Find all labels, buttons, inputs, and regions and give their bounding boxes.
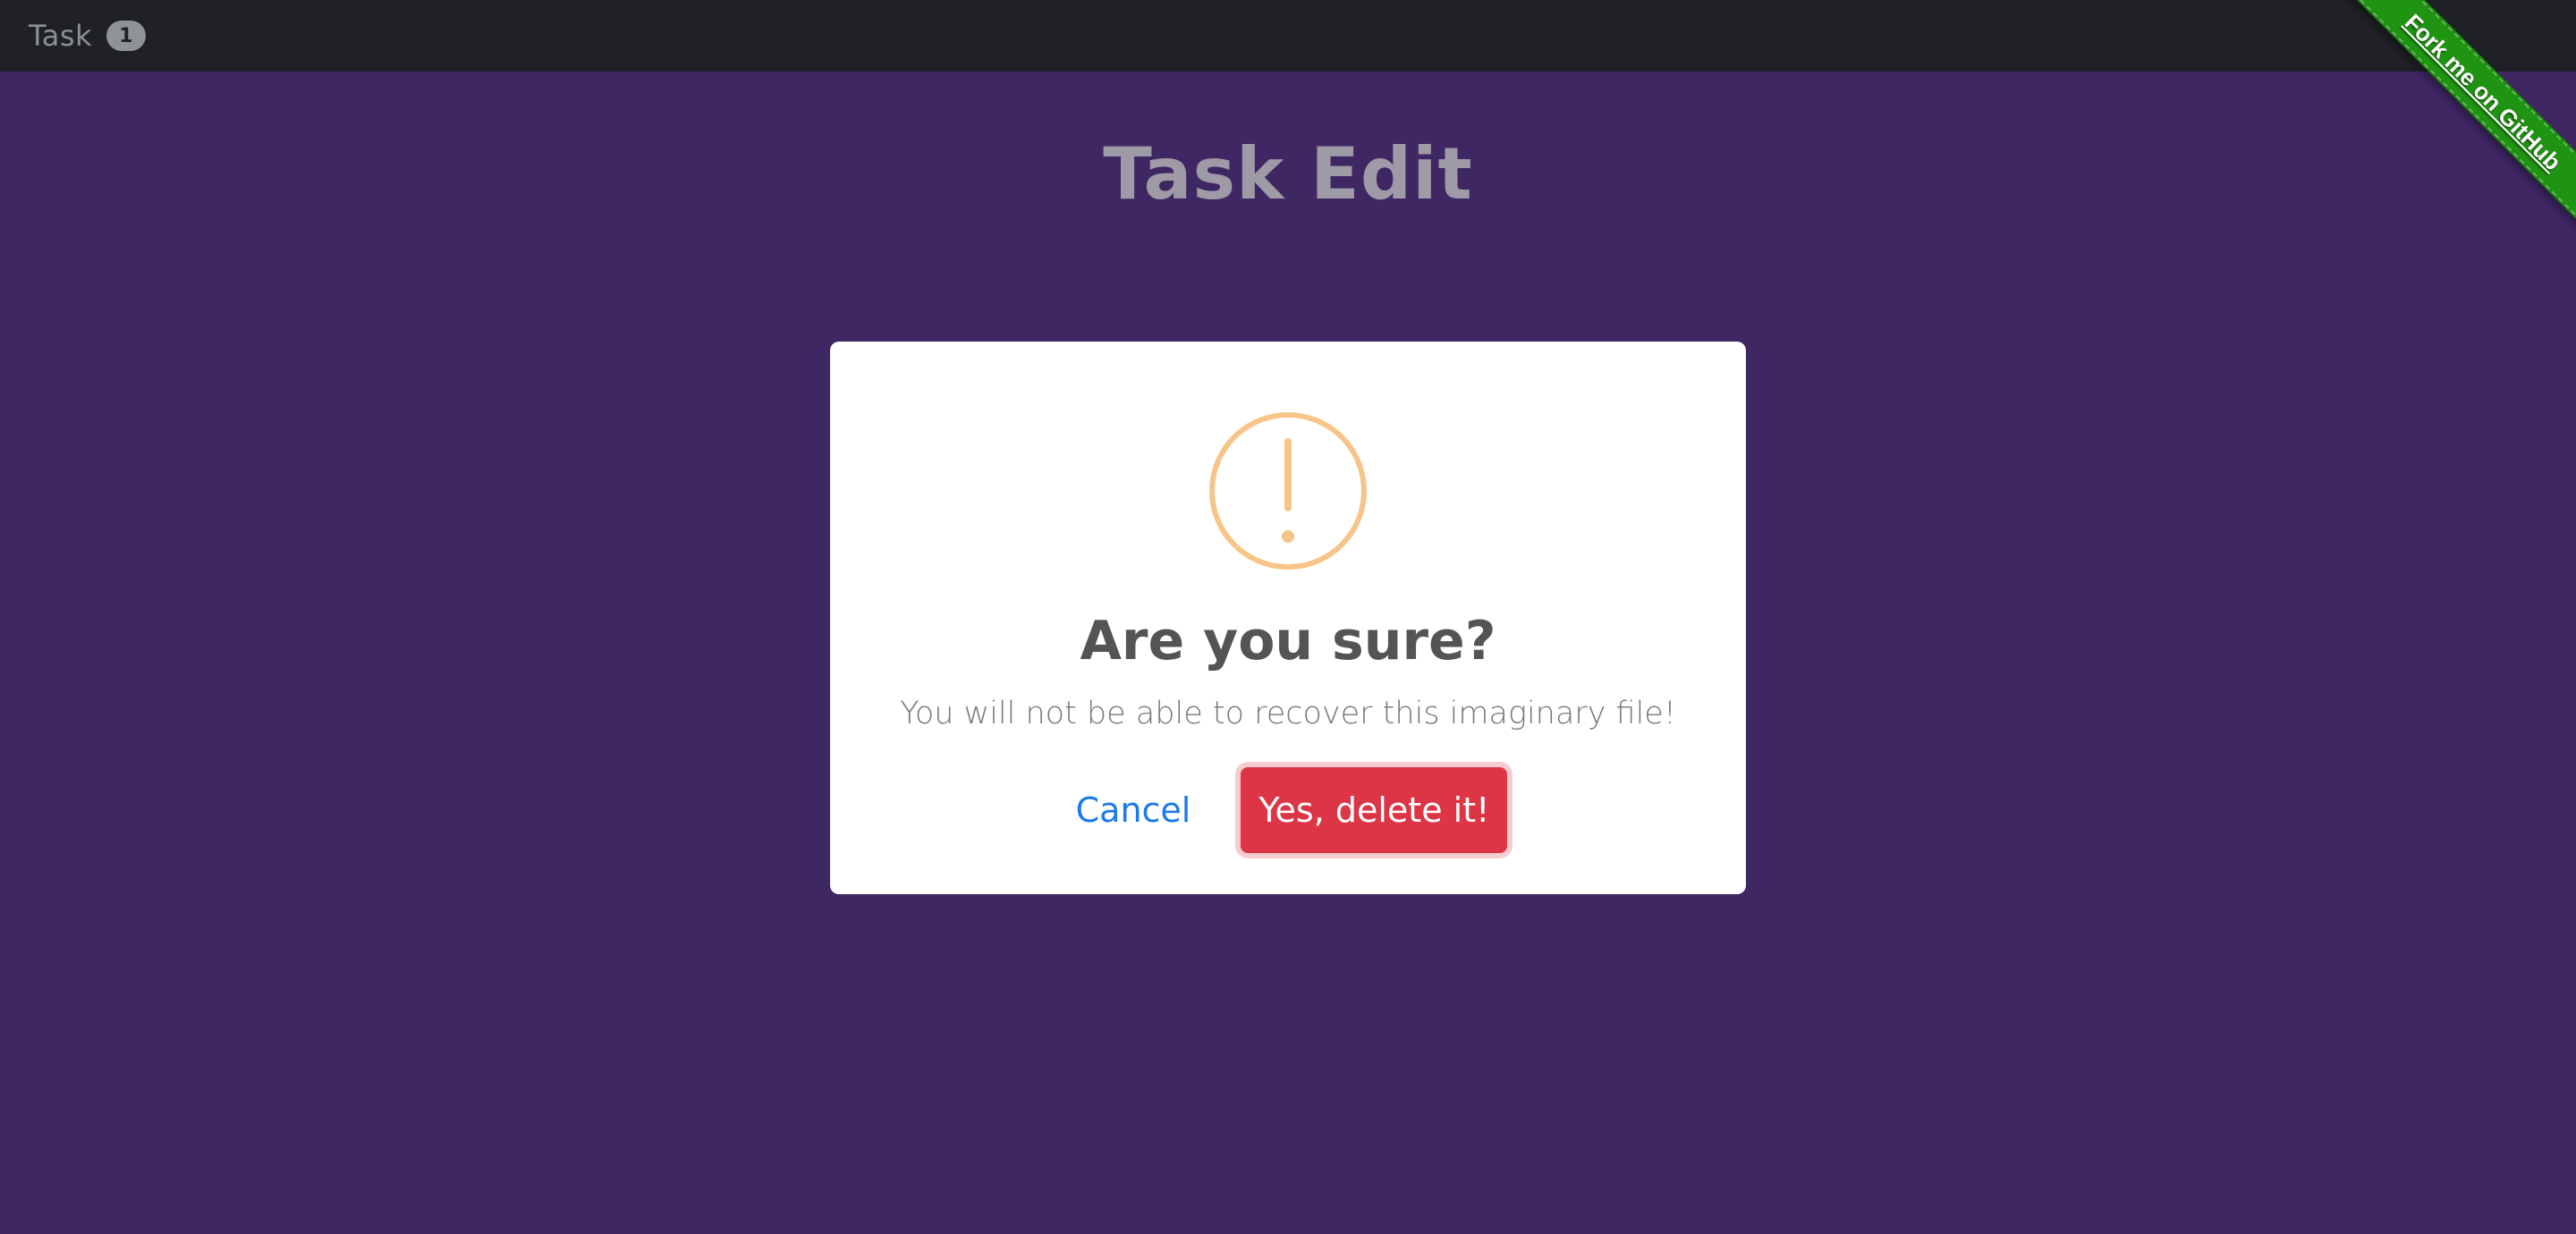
confirm-dialog: Are you sure? You will not be able to re… [830, 342, 1746, 894]
confirm-delete-button[interactable]: Yes, delete it! [1241, 767, 1508, 853]
top-navbar: Task 1 [0, 0, 2576, 72]
dialog-actions: Cancel Yes, delete it! [1069, 767, 1508, 853]
dialog-message: You will not be able to recover this ima… [900, 696, 1676, 731]
task-count-badge: 1 [106, 21, 147, 51]
cancel-button[interactable]: Cancel [1069, 778, 1199, 842]
brand-label: Task [29, 19, 93, 53]
warning-exclamation-icon [1209, 412, 1367, 570]
page-title: Task Edit [1103, 132, 1473, 216]
dialog-title: Are you sure? [1080, 610, 1496, 672]
brand-link[interactable]: Task 1 [29, 19, 147, 53]
